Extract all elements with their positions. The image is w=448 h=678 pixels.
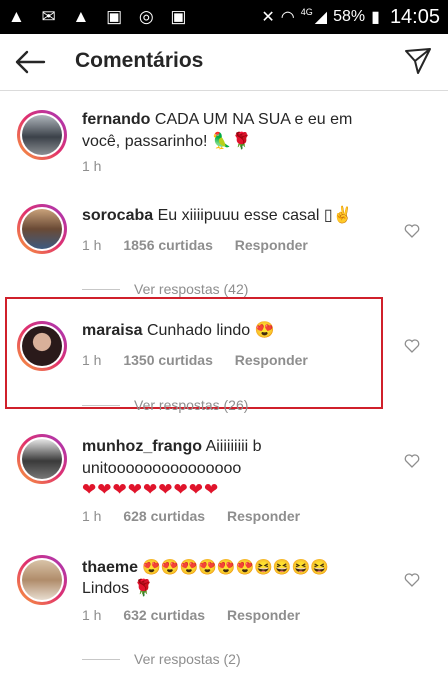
header: Comentários	[0, 34, 448, 91]
signal-icon: ◢	[314, 9, 328, 26]
comment-meta: 1 h 1350 curtidas Responder	[82, 352, 326, 368]
username[interactable]: sorocaba	[82, 207, 153, 224]
reply-button[interactable]: Responder	[235, 352, 308, 368]
comment-time: 1 h	[82, 607, 102, 623]
avatar-photo	[22, 326, 62, 366]
comment-meta: 1 h 628 curtidas Responder	[82, 508, 318, 524]
username[interactable]: maraisa	[82, 322, 143, 339]
like-heart-icon[interactable]	[404, 454, 420, 468]
view-replies-label[interactable]: Ver respostas (2)	[134, 651, 241, 667]
avatar[interactable]	[17, 110, 67, 160]
back-arrow-icon[interactable]	[14, 49, 46, 75]
likes-count[interactable]: 628 curtidas	[123, 508, 205, 524]
comment-text: fernando CADA UM NA SUA e eu em você, pa…	[82, 111, 353, 150]
likes-count[interactable]: 1350 curtidas	[123, 352, 213, 368]
reply-button[interactable]: Responder	[235, 237, 308, 253]
view-replies-label[interactable]: Ver respostas (26)	[134, 397, 248, 413]
battery-icon: ▮	[371, 9, 380, 26]
like-heart-icon[interactable]	[404, 573, 420, 587]
comment-text-line2: Lindos 🌹	[82, 580, 154, 597]
comment-time: 1 h	[82, 352, 102, 368]
battery-level: 58%	[333, 8, 366, 25]
avatar[interactable]	[17, 434, 67, 484]
reply-button[interactable]: Responder	[227, 607, 300, 623]
avatar-photo	[22, 115, 62, 155]
status-bar: ▲ ✉ ▲ ▣ ◎ ▣ ✕ ◠ 4G ◢ 58% ▮ 14:05	[0, 0, 448, 34]
view-replies-label[interactable]: Ver respostas (42)	[134, 281, 248, 297]
view-replies[interactable]: Ver respostas (2)	[82, 650, 241, 668]
comment-text: sorocaba Eu xiiiipuuu esse casal ▯✌	[82, 207, 353, 224]
avatar-photo	[22, 560, 62, 600]
notification-icons: ▲ ✉ ▲ ▣ ◎ ▣	[8, 7, 193, 26]
avatar[interactable]	[17, 555, 67, 605]
mute-icon: ✕	[261, 9, 275, 26]
view-replies[interactable]: Ver respostas (26)	[82, 396, 248, 414]
username[interactable]: thaeme	[82, 559, 138, 576]
replies-divider	[82, 288, 120, 290]
reply-button[interactable]: Responder	[227, 508, 300, 524]
likes-count[interactable]: 632 curtidas	[123, 607, 205, 623]
comment-time: 1 h	[82, 508, 102, 524]
username[interactable]: fernando	[82, 111, 150, 128]
direct-share-icon[interactable]	[404, 47, 432, 75]
like-heart-icon[interactable]	[404, 339, 420, 353]
replies-divider	[82, 658, 120, 660]
comment-text: maraisa Cunhado lindo 😍	[82, 322, 275, 339]
comment-meta: 1 h 632 curtidas Responder	[82, 607, 318, 623]
network-type: 4G	[300, 7, 313, 17]
page-title: Comentários	[75, 49, 204, 72]
status-icons: ✕ ◠ 4G ◢ 58% ▮ 14:05	[261, 6, 440, 28]
replies-divider	[82, 404, 120, 406]
comment-meta: 1 h 1856 curtidas Responder	[82, 237, 326, 253]
comment-meta: 1 h	[82, 158, 119, 174]
comment-time: 1 h	[82, 158, 102, 174]
username[interactable]: munhoz_frango	[82, 438, 202, 455]
like-heart-icon[interactable]	[404, 224, 420, 238]
avatar[interactable]	[17, 321, 67, 371]
comment-text: thaeme 😍😍😍😍😍😍😆😆😆😆	[82, 559, 329, 576]
clock: 14:05	[389, 5, 440, 28]
view-replies[interactable]: Ver respostas (42)	[82, 280, 248, 298]
avatar-photo	[22, 439, 62, 479]
likes-count[interactable]: 1856 curtidas	[123, 237, 213, 253]
avatar-photo	[22, 209, 62, 249]
wifi-icon: ◠	[280, 9, 295, 26]
avatar[interactable]	[17, 204, 67, 254]
comment-time: 1 h	[82, 237, 102, 253]
comment-text: munhoz_frango Aiiiiiiiii bunitoooooooooo…	[82, 438, 262, 477]
comment-hearts: ❤❤❤❤❤❤❤❤❤	[82, 480, 220, 499]
